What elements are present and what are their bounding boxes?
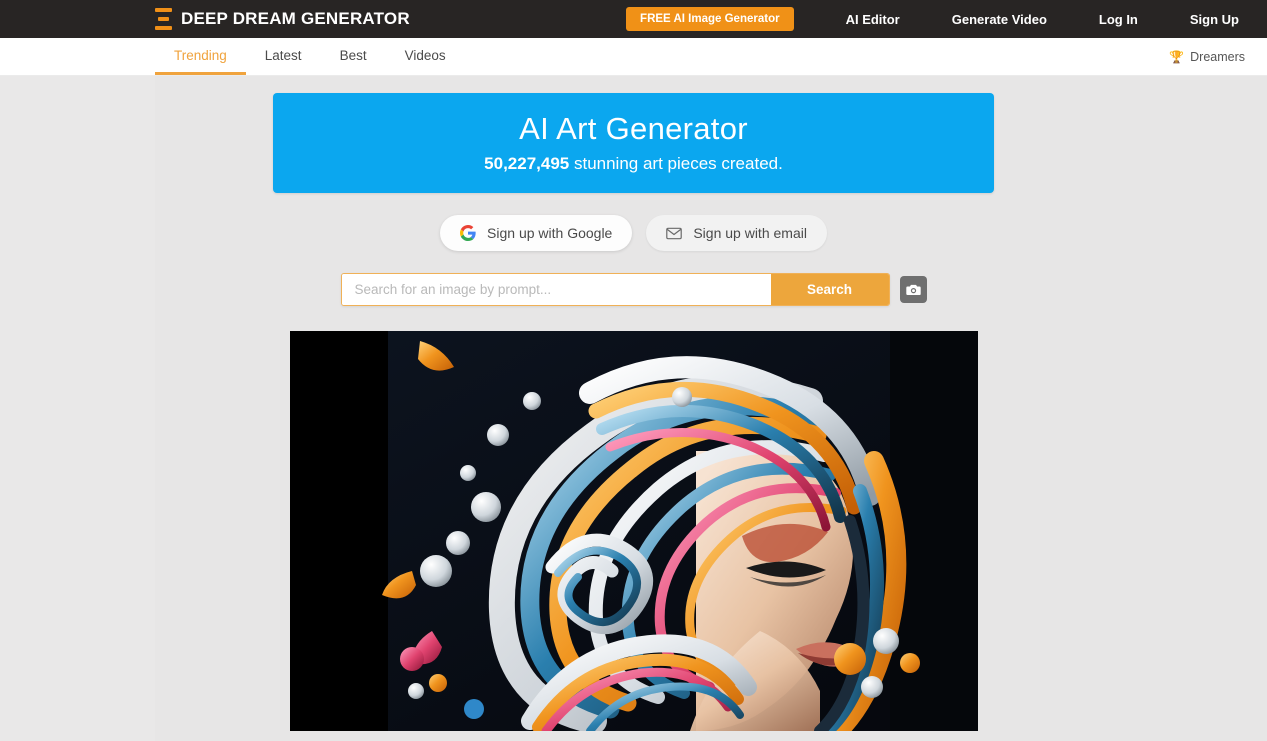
hero-subtitle-suffix: stunning art pieces created. bbox=[569, 154, 783, 174]
tab-best[interactable]: Best bbox=[321, 38, 386, 75]
search-row: Search bbox=[340, 273, 927, 306]
sign-up-with-google-label: Sign up with Google bbox=[487, 225, 613, 241]
free-ai-image-generator-button[interactable]: FREE AI Image Generator bbox=[626, 7, 794, 31]
page-title: AI Art Generator bbox=[519, 110, 748, 146]
envelope-icon bbox=[666, 227, 683, 240]
sign-up-with-google-button[interactable]: Sign up with Google bbox=[440, 215, 633, 251]
tab-videos[interactable]: Videos bbox=[386, 38, 465, 75]
dreamers-label: Dreamers bbox=[1190, 49, 1245, 64]
nav-link-log-in[interactable]: Log In bbox=[1099, 6, 1138, 33]
brand-logo-link[interactable]: DEEP DREAM GENERATOR bbox=[155, 8, 410, 30]
sign-up-with-email-button[interactable]: Sign up with email bbox=[646, 215, 827, 251]
hero-subtitle: 50,227,495 stunning art pieces created. bbox=[484, 154, 783, 174]
main-content-column: AI Art Generator 50,227,495 stunning art… bbox=[0, 76, 1267, 731]
camera-icon bbox=[905, 283, 921, 296]
brand-name: DEEP DREAM GENERATOR bbox=[181, 9, 410, 28]
content-filter-tabs: Trending Latest Best Videos bbox=[155, 38, 465, 75]
nav-link-generate-video[interactable]: Generate Video bbox=[952, 6, 1047, 33]
nav-link-ai-editor[interactable]: AI Editor bbox=[846, 6, 900, 33]
nav-link-sign-up[interactable]: Sign Up bbox=[1190, 6, 1239, 33]
page-body: AI Art Generator 50,227,495 stunning art… bbox=[0, 76, 1267, 741]
search-input[interactable] bbox=[341, 274, 771, 305]
sign-up-with-email-label: Sign up with email bbox=[693, 225, 807, 241]
signup-button-row: Sign up with Google Sign up with email bbox=[440, 215, 827, 251]
hero-banner: AI Art Generator 50,227,495 stunning art… bbox=[273, 93, 994, 193]
tab-trending[interactable]: Trending bbox=[155, 38, 246, 75]
artwork-image bbox=[289, 331, 978, 731]
stacked-bars-icon bbox=[155, 8, 172, 30]
featured-artwork-card[interactable] bbox=[289, 331, 978, 731]
search-button[interactable]: Search bbox=[770, 274, 889, 305]
search-bar: Search bbox=[340, 273, 890, 306]
trophy-icon: 🏆 bbox=[1169, 49, 1185, 64]
top-header-bar: DEEP DREAM GENERATOR FREE AI Image Gener… bbox=[0, 0, 1267, 38]
tab-latest[interactable]: Latest bbox=[246, 38, 321, 75]
secondary-nav-bar: Trending Latest Best Videos 🏆 Dreamers bbox=[0, 38, 1267, 76]
dreamers-link[interactable]: 🏆 Dreamers bbox=[1169, 38, 1267, 75]
art-pieces-count: 50,227,495 bbox=[484, 154, 570, 174]
google-g-icon bbox=[460, 225, 476, 241]
primary-navigation: FREE AI Image Generator AI Editor Genera… bbox=[626, 6, 1267, 33]
camera-search-button[interactable] bbox=[899, 276, 927, 303]
